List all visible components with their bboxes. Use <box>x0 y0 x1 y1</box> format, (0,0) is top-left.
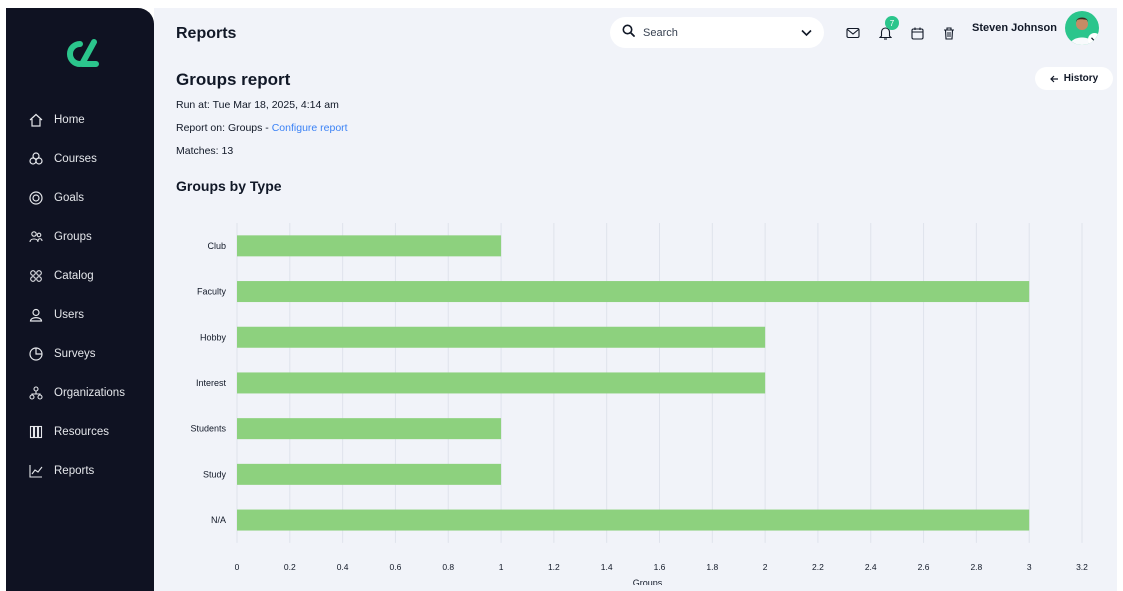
history-button[interactable]: History <box>1035 67 1113 90</box>
chevron-down-icon[interactable] <box>1087 33 1099 45</box>
sidebar-item-surveys[interactable]: Surveys <box>6 334 154 373</box>
bar <box>237 235 502 257</box>
report-title: Groups report <box>176 70 291 89</box>
bar <box>237 372 766 394</box>
x-tick-label: 1.4 <box>601 562 613 572</box>
x-tick-label: 0 <box>235 562 240 572</box>
x-tick-label: 2.6 <box>918 562 930 572</box>
chevron-down-icon[interactable] <box>801 24 812 42</box>
page-title: Reports <box>176 25 237 42</box>
sidebar-item-label: Groups <box>54 230 92 243</box>
sidebar-item-groups[interactable]: Groups <box>6 217 154 256</box>
section-title: Groups by Type <box>176 178 282 194</box>
x-tick-label: 2 <box>763 562 768 572</box>
sidebar: Home Courses Goals Groups Catalog Users … <box>6 8 154 591</box>
report-on-line: Report on: Groups - Configure report <box>176 122 348 134</box>
y-category-label: Study <box>203 469 227 479</box>
catalog-icon <box>28 268 44 284</box>
sidebar-item-organizations[interactable]: Organizations <box>6 373 154 412</box>
y-category-label: Students <box>190 424 226 434</box>
sidebar-item-label: Home <box>54 113 85 126</box>
x-tick-label: 3 <box>1027 562 1032 572</box>
avatar[interactable] <box>1064 11 1099 45</box>
groups-by-type-chart: 0 0.2 0.4 0.6 0.8 1 1.2 1.4 1.6 1.8 2 2.2 2.4 2.6 2.8 3… <box>190 223 1088 585</box>
trash-icon[interactable] <box>938 22 960 44</box>
sidebar-item-label: Organizations <box>54 386 125 399</box>
y-category-label: Interest <box>196 378 227 388</box>
user-name: Steven Johnson <box>972 22 1057 34</box>
y-category-label: N/A <box>211 515 226 525</box>
x-tick-label: 0.4 <box>337 562 349 572</box>
x-tick-label: 1.6 <box>654 562 666 572</box>
x-tick-label: 2.2 <box>812 562 824 572</box>
notification-badge: 7 <box>885 16 899 30</box>
search-bar[interactable]: Search <box>610 17 824 48</box>
sidebar-item-label: Reports <box>54 464 95 477</box>
sidebar-item-users[interactable]: Users <box>6 295 154 334</box>
sidebar-item-label: Goals <box>54 191 85 204</box>
bell-icon[interactable]: 7 <box>874 16 899 44</box>
x-tick-label: 1 <box>499 562 504 572</box>
search-icon <box>622 24 635 42</box>
goals-icon <box>28 190 44 206</box>
sidebar-item-label: Surveys <box>54 347 96 360</box>
x-tick-label: 3.2 <box>1076 562 1088 572</box>
x-tick-label: 1.8 <box>706 562 718 572</box>
resources-icon <box>28 424 44 440</box>
groups-icon <box>28 229 44 245</box>
organizations-icon <box>28 385 44 401</box>
user-menu[interactable]: Steven Johnson <box>972 11 1099 45</box>
arrow-left-icon <box>1049 75 1059 83</box>
run-at-text: Run at: Tue Mar 18, 2025, 4:14 am <box>176 99 339 111</box>
surveys-icon <box>28 346 44 362</box>
sidebar-item-label: Courses <box>54 152 97 165</box>
search-input[interactable]: Search <box>643 27 801 39</box>
bar <box>237 509 1030 531</box>
sidebar-item-home[interactable]: Home <box>6 100 154 139</box>
x-tick-label: 2.8 <box>970 562 982 572</box>
brand-logo-icon[interactable] <box>58 34 102 74</box>
sidebar-item-reports[interactable]: Reports <box>6 451 154 490</box>
y-category-label: Hobby <box>200 332 227 342</box>
bar <box>237 463 502 485</box>
report-on-text: Report on: Groups - <box>176 122 272 134</box>
y-category-label: Club <box>207 241 226 251</box>
x-tick-label: 0.8 <box>442 562 454 572</box>
sidebar-item-catalog[interactable]: Catalog <box>6 256 154 295</box>
calendar-icon[interactable] <box>906 22 928 44</box>
x-tick-label: 0.2 <box>284 562 296 572</box>
bar <box>237 281 1030 303</box>
sidebar-item-resources[interactable]: Resources <box>6 412 154 451</box>
main-content: Reports Search 7 Steven Johnson Groups r… <box>154 8 1117 591</box>
x-tick-label: 2.4 <box>865 562 877 572</box>
home-icon <box>28 112 44 128</box>
sidebar-item-label: Users <box>54 308 85 321</box>
sidebar-nav: Home Courses Goals Groups Catalog Users … <box>6 100 154 490</box>
configure-report-link[interactable]: Configure report <box>272 122 348 134</box>
sidebar-item-goals[interactable]: Goals <box>6 178 154 217</box>
sidebar-item-label: Catalog <box>54 269 94 282</box>
y-category-label: Faculty <box>197 287 227 297</box>
reports-icon <box>28 463 44 479</box>
bar <box>237 326 766 348</box>
sidebar-item-label: Resources <box>54 425 109 438</box>
sidebar-item-courses[interactable]: Courses <box>6 139 154 178</box>
x-axis-label: Groups <box>633 578 663 585</box>
x-tick-label: 0.6 <box>390 562 402 572</box>
matches-text: Matches: 13 <box>176 145 234 157</box>
user-icon <box>28 307 44 323</box>
mail-icon[interactable] <box>842 22 864 44</box>
bar <box>237 418 502 440</box>
courses-icon <box>28 151 44 167</box>
header-icons: 7 <box>842 16 960 44</box>
x-tick-label: 1.2 <box>548 562 560 572</box>
history-label: History <box>1063 73 1099 84</box>
